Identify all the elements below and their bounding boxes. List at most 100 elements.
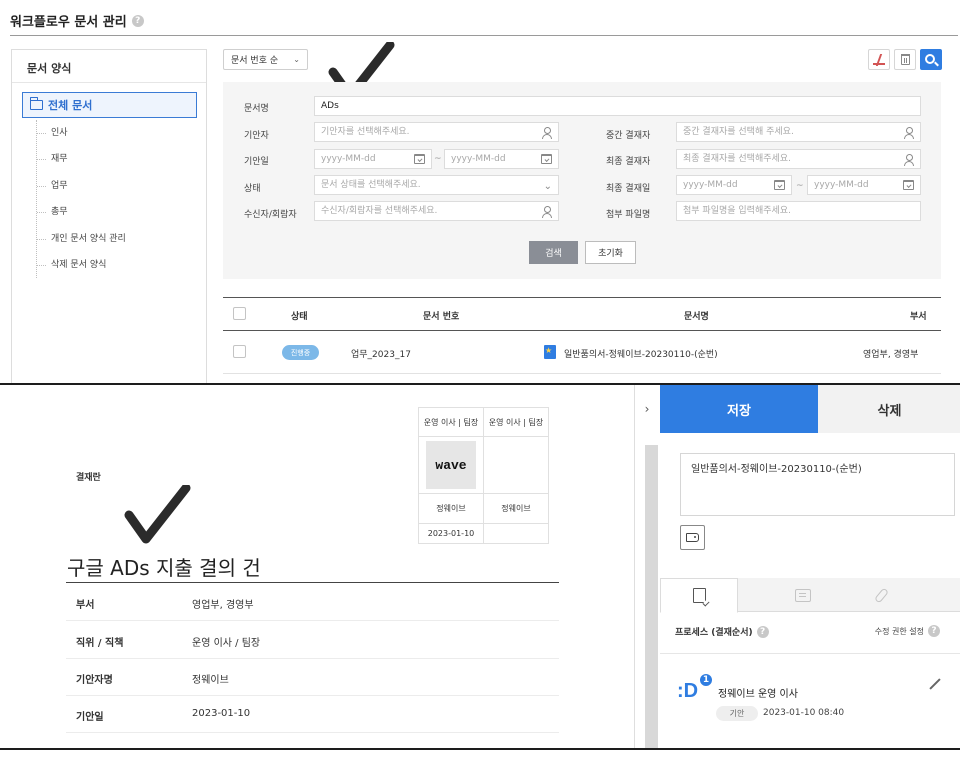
calendar-icon[interactable]: [414, 154, 425, 164]
tag-icon: [686, 533, 699, 542]
doc-name-input[interactable]: ADs: [314, 96, 921, 116]
tree-item-personal-forms[interactable]: 개인 문서 양식 관리: [37, 226, 126, 252]
range-separator: ~: [796, 181, 804, 191]
approval-date: [483, 523, 549, 544]
pencil-icon[interactable]: [929, 678, 941, 690]
help-icon[interactable]: ?: [131, 14, 144, 27]
form-tree: 문서 양식 전체 문서 인사 재무 업무 총무 개인 문서 양식 관리 삭제 문…: [11, 49, 207, 383]
approver-kind-badge: 기안: [716, 706, 758, 721]
row-doc-name[interactable]: 일반품의서-정웨이브-20230110-(순번): [564, 347, 718, 360]
process-title: 프로세스 (결재순서) ?: [675, 625, 769, 638]
process-title-text: 프로세스 (결재순서): [675, 628, 753, 638]
reset-button[interactable]: 초기화: [585, 241, 636, 264]
final-date-label: 최종 결재일: [606, 184, 651, 194]
recipient-label: 수신자/회람자: [244, 210, 297, 220]
status-placeholder: 문서 상태를 선택해주세요.: [321, 180, 421, 190]
save-button[interactable]: 저장: [660, 385, 818, 433]
approver-avatar: :D: [677, 680, 699, 702]
meta-value: 정웨이브: [192, 675, 229, 686]
attachment-label: 첨부 파일명: [606, 210, 651, 220]
status-select[interactable]: 문서 상태를 선택해주세요. ⌄: [314, 175, 559, 195]
col-header-dept: 부서: [910, 312, 927, 322]
tree-item-finance[interactable]: 재무: [37, 146, 126, 172]
status-label: 상태: [244, 184, 261, 194]
approver-time: 2023-01-10 08:40: [763, 708, 845, 718]
final-approver-placeholder: 최종 결재자를 선택해주세요.: [683, 154, 791, 164]
tab-attachments[interactable]: [842, 578, 920, 612]
scrollbar[interactable]: [645, 445, 658, 750]
approval-col-header: 운영 이사 | 팀장: [483, 407, 549, 437]
help-icon[interactable]: ?: [756, 625, 769, 638]
recipient-placeholder: 수신자/회람자를 선택해주세요.: [321, 206, 438, 216]
approver-order-badge: 1: [698, 672, 714, 688]
approval-name: 정웨이브: [418, 493, 484, 524]
meta-row-draft-date: 기안일 2023-01-10: [66, 695, 559, 733]
date-placeholder: yyyy-MM-dd: [683, 180, 738, 190]
row-dept: 영업부, 경영부: [863, 350, 919, 360]
draft-date-to-input[interactable]: yyyy-MM-dd: [444, 149, 559, 169]
col-header-doc-name: 문서명: [684, 312, 709, 322]
tree-root-label: 전체 문서: [48, 99, 93, 112]
final-approver-label: 최종 결재자: [606, 157, 651, 167]
pdf-export-button[interactable]: [868, 49, 890, 70]
tree-item-all-documents[interactable]: 전체 문서: [22, 92, 197, 118]
title-divider: [10, 35, 958, 36]
person-icon: [904, 154, 914, 166]
search-toggle-button[interactable]: [920, 49, 942, 70]
paperclip-icon: [873, 587, 889, 603]
delete-button[interactable]: [894, 49, 916, 70]
row-checkbox[interactable]: [233, 345, 246, 358]
tab-approval-process[interactable]: [660, 578, 738, 613]
form-tree-heading: 문서 양식: [12, 50, 206, 83]
meta-row-position: 직위 / 직책 운영 이사 / 팀장: [66, 621, 559, 659]
person-icon: [904, 127, 914, 139]
mid-approver-placeholder: 중간 결재자를 선택해 주세요.: [683, 127, 794, 137]
permission-setting[interactable]: 수정 권한 설정 ?: [875, 625, 940, 637]
page-title: 워크플로우 문서 관리 ?: [10, 11, 144, 30]
col-header-doc-number: 문서 번호: [423, 312, 460, 322]
attachment-input[interactable]: 첨부 파일명을 입력해주세요.: [676, 201, 921, 221]
tab-comments[interactable]: [764, 578, 842, 612]
meta-value: 2023-01-10: [192, 708, 251, 719]
table-top-rule: [223, 297, 941, 298]
memo-textarea[interactable]: 일반품의서-정웨이브-20230110-(순번): [680, 453, 955, 516]
meta-value: 영업부, 경영부: [192, 600, 254, 611]
drafter-input[interactable]: 기안자를 선택해주세요.: [314, 122, 559, 142]
calendar-icon[interactable]: [541, 154, 552, 164]
final-approver-input[interactable]: 최종 결재자를 선택해주세요.: [676, 149, 921, 169]
tree-item-deleted-forms[interactable]: 삭제 문서 양식: [37, 252, 126, 278]
document-management-panel: 워크플로우 문서 관리 ? 문서 양식 전체 문서 인사 재무 업무 총무 개인…: [0, 0, 960, 383]
chevron-down-icon: ⌄: [293, 55, 300, 64]
tree-item-work[interactable]: 업무: [37, 173, 126, 199]
tree-item-general-affairs[interactable]: 총무: [37, 199, 126, 225]
calendar-icon[interactable]: [774, 180, 785, 190]
person-icon: [542, 206, 552, 218]
comment-icon: [795, 588, 811, 602]
approver-name: 정웨이브 운영 이사: [718, 689, 798, 700]
sort-select[interactable]: 문서 번호 순 ⌄: [223, 49, 308, 70]
delete-document-button[interactable]: 삭제: [818, 385, 960, 433]
select-all-checkbox[interactable]: [233, 307, 246, 320]
calendar-icon[interactable]: [903, 180, 914, 190]
folder-open-icon: [29, 97, 43, 110]
tag-button[interactable]: [680, 525, 705, 550]
meta-key: 기안일: [76, 712, 104, 723]
drafter-placeholder: 기안자를 선택해주세요.: [321, 127, 410, 137]
meta-key: 직위 / 직책: [76, 638, 124, 649]
tree-children: 인사 재무 업무 총무 개인 문서 양식 관리 삭제 문서 양식: [36, 120, 126, 279]
tree-item-hr[interactable]: 인사: [37, 120, 126, 146]
final-date-to-input[interactable]: yyyy-MM-dd: [807, 175, 921, 195]
recipient-input[interactable]: 수신자/회람자를 선택해주세요.: [314, 201, 559, 221]
draft-date-from-input[interactable]: yyyy-MM-dd: [314, 149, 432, 169]
document-title[interactable]: 구글 ADs 지출 결의 건: [67, 552, 261, 581]
help-icon[interactable]: ?: [928, 625, 940, 637]
mid-approver-input[interactable]: 중간 결재자를 선택해 주세요.: [676, 122, 921, 142]
draft-date-label: 기안일: [244, 157, 269, 167]
approval-stamp-cell: wave: [418, 436, 484, 494]
trash-icon: [900, 54, 910, 65]
search-button[interactable]: 검색: [529, 241, 578, 264]
col-header-status: 상태: [291, 312, 308, 322]
chevron-right-icon[interactable]: ›: [635, 385, 659, 433]
meta-row-dept: 부서 영업부, 경영부: [66, 583, 559, 621]
final-date-from-input[interactable]: yyyy-MM-dd: [676, 175, 792, 195]
